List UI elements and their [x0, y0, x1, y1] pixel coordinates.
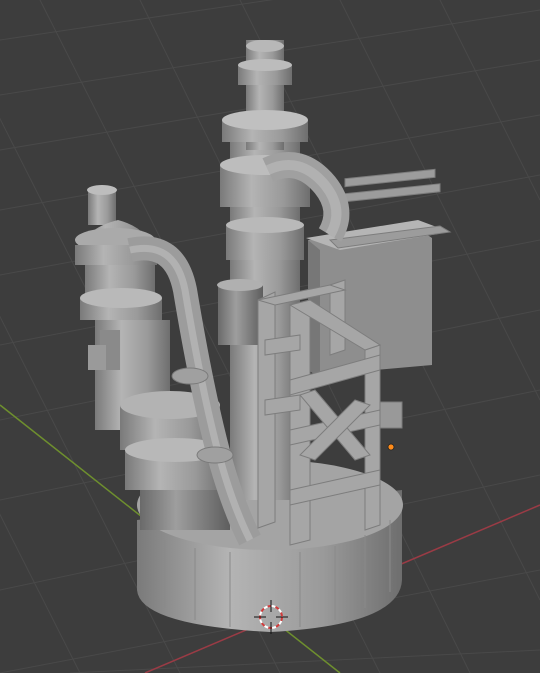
3d-viewport[interactable]	[0, 0, 540, 673]
model-mesh[interactable]	[75, 40, 452, 632]
viewport-canvas[interactable]	[0, 0, 540, 673]
object-origin-icon	[387, 443, 395, 451]
side-pipe	[379, 401, 403, 429]
